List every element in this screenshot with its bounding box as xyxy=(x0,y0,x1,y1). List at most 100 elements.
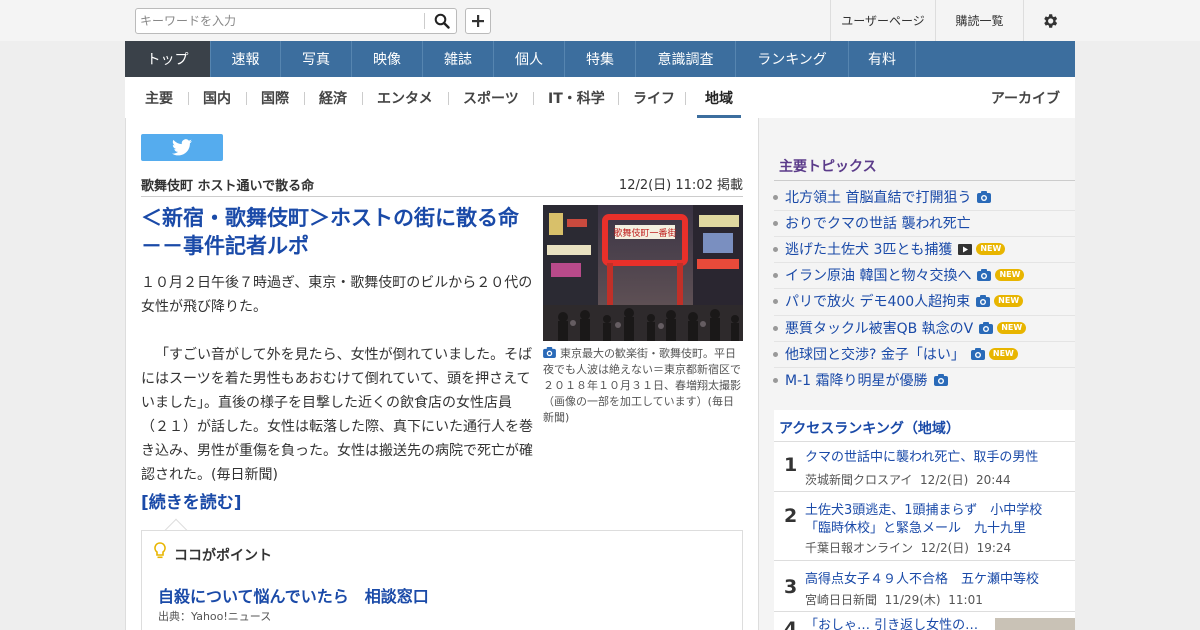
topic-text: パリで放火 デモ400人超拘束 xyxy=(785,294,971,310)
user-page-link[interactable]: ユーザーページ xyxy=(830,0,935,41)
ranking-link[interactable]: 土佐犬3頭逃走、1頭捕まらず 小中学校「臨時休校」と緊急メール 九十九里 xyxy=(805,502,1067,538)
topic-item[interactable]: 他球団と交渉? 金子「はい」 NEW xyxy=(773,344,1018,364)
topic-item[interactable]: 逃げた土佐犬 3匹とも捕獲 NEW xyxy=(773,239,1006,259)
ranking-time: 11:01 xyxy=(948,593,983,607)
camera-icon xyxy=(970,348,985,360)
ranking-meta: 茨城新聞クロスアイ 12/2(日) 20:44 xyxy=(805,471,1011,488)
point-box-source: 出典：Yahoo!ニュース xyxy=(158,610,272,623)
new-badge: NEW xyxy=(976,243,1006,255)
search-button[interactable] xyxy=(428,10,456,32)
subnav-item-it-science[interactable]: IT・科学 xyxy=(548,77,605,118)
tab-paid[interactable]: 有料 xyxy=(849,41,916,77)
topics-divider xyxy=(774,180,1075,181)
subscriptions-link[interactable]: 購読一覧 xyxy=(935,0,1023,41)
ranking-time: 20:44 xyxy=(976,473,1011,487)
subnav-item-world[interactable]: 国際 xyxy=(261,77,289,118)
ranking-link[interactable]: 高得点女子４９人不合格 五ケ瀬中等校 xyxy=(805,571,1067,589)
ranking-source: 千葉日報オンライン xyxy=(805,541,914,555)
tab-features[interactable]: 特集 xyxy=(565,41,636,77)
bullet-icon xyxy=(773,221,778,226)
subnav-divider xyxy=(618,92,619,105)
subnav-divider xyxy=(533,92,534,105)
ranking-time: 19:24 xyxy=(976,541,1012,555)
article-paragraph: 「すごい音がして外を見たら、女性が倒れていました。そばにはスーツを着た男性もあお… xyxy=(141,347,533,483)
ranking-item: 3 高得点女子４９人不合格 五ケ瀬中等校 宮崎日日新聞 11/29(木) 11:… xyxy=(774,560,1075,611)
subnav-item-local[interactable]: 地域 xyxy=(705,77,733,118)
ranking-source: 茨城新聞クロスアイ xyxy=(805,473,913,487)
article-paragraph: １０月２日午後７時過ぎ、東京・歌舞伎町のビルから２０代の女性が飛び降りた。 xyxy=(141,275,533,315)
ranking-number: 1 xyxy=(784,454,798,476)
ranking-date: 12/2(日) xyxy=(920,541,969,555)
topic-text: M-1 霜降り明星が優勝 xyxy=(785,373,928,389)
topic-item[interactable]: イラン原油 韓国と物々交換へ NEW xyxy=(773,265,1025,285)
bullet-icon xyxy=(773,247,778,252)
search-input[interactable] xyxy=(140,11,420,31)
photo-sign-text: 歌舞伎町一番街 xyxy=(613,227,676,239)
ranking-date: 12/2(日) xyxy=(920,473,969,487)
subnav-item-sports[interactable]: スポーツ xyxy=(463,77,519,118)
topic-divider xyxy=(774,262,1075,263)
camera-icon xyxy=(977,191,992,203)
ranking-number: 4 xyxy=(784,618,798,630)
topic-text: おりでクマの世話 襲われ死亡 xyxy=(785,216,971,232)
article-date: 12/2(日) 11:02 掲載 xyxy=(618,178,743,193)
archive-link[interactable]: アーカイブ xyxy=(991,77,1060,118)
article-photo[interactable]: 歌舞伎町一番街 xyxy=(543,205,743,341)
tab-breaking[interactable]: 速報 xyxy=(211,41,281,77)
tab-surveys[interactable]: 意識調査 xyxy=(636,41,736,77)
bullet-icon xyxy=(773,378,778,383)
topic-item[interactable]: おりでクマの世話 襲われ死亡 xyxy=(773,213,971,233)
tab-magazines[interactable]: 雑誌 xyxy=(423,41,494,77)
tab-top[interactable]: トップ xyxy=(125,41,211,77)
topic-divider xyxy=(774,315,1075,316)
subnav-divider xyxy=(246,92,247,105)
point-box-title: ココがポイント xyxy=(174,548,272,564)
ranking-link[interactable]: クマの世話中に襲われ死亡、取手の男性 xyxy=(805,449,1067,467)
kabukicho-street-photo: 歌舞伎町一番街 xyxy=(543,205,743,341)
photo-caption: 東京最大の歓楽街・歌舞伎町。平日夜でも人波は絶えない＝東京都新宿区で２０１８年１… xyxy=(543,346,743,426)
add-button[interactable] xyxy=(465,8,491,34)
subnav-item-economy[interactable]: 経済 xyxy=(319,77,347,118)
subnav-item-life[interactable]: ライフ xyxy=(633,77,675,118)
subnav-divider xyxy=(188,92,189,105)
topic-item[interactable]: 悪質タックル被害QB 執念のV NEW xyxy=(773,318,1027,338)
ranking-meta: 宮崎日日新聞 11/29(木) 11:01 xyxy=(805,591,983,608)
ranking-date: 11/29(木) xyxy=(884,593,941,607)
subnav-item-main[interactable]: 主要 xyxy=(145,77,173,118)
topic-item[interactable]: パリで放火 デモ400人超拘束 NEW xyxy=(773,291,1024,311)
topic-divider xyxy=(774,288,1075,289)
plus-icon xyxy=(472,15,484,27)
ranking-meta: 千葉日報オンライン 12/2(日) 19:24 xyxy=(805,539,1011,556)
topic-divider xyxy=(774,236,1075,237)
topic-item[interactable]: 北方領土 首脳直結で打開狙う xyxy=(773,187,992,207)
tab-photos[interactable]: 写真 xyxy=(281,41,352,77)
ranking-item: 2 土佐犬3頭逃走、1頭捕まらず 小中学校「臨時休校」と緊急メール 九十九里 千… xyxy=(774,491,1075,560)
camera-icon xyxy=(933,374,948,386)
ranking-number: 3 xyxy=(784,576,798,598)
topic-text: 北方領土 首脳直結で打開狙う xyxy=(785,190,972,206)
ranking-link[interactable]: 「おしゃ… 引き返し女性の… xyxy=(805,617,985,630)
subnav-item-entertainment[interactable]: エンタメ xyxy=(377,77,433,118)
ranking-source: 宮崎日日新聞 xyxy=(805,593,878,607)
tweet-button[interactable] xyxy=(141,134,223,161)
topics-title: 主要トピックス xyxy=(779,159,877,175)
new-badge: NEW xyxy=(997,322,1027,334)
subnav-divider xyxy=(685,92,686,105)
topic-divider xyxy=(774,341,1075,342)
topic-text: イラン原油 韓国と物々交換へ xyxy=(785,268,972,284)
article-title[interactable]: ＜新宿・歌舞伎町＞ホストの街に散る命－－事件記者ルポ xyxy=(141,204,531,260)
read-more-link[interactable]: [続きを読む] xyxy=(141,488,242,513)
tab-individuals[interactable]: 個人 xyxy=(494,41,565,77)
tab-ranking[interactable]: ランキング xyxy=(736,41,849,77)
tab-videos[interactable]: 映像 xyxy=(352,41,423,77)
topic-text: 悪質タックル被害QB 執念のV xyxy=(785,321,974,337)
settings-button[interactable] xyxy=(1023,0,1075,41)
bullet-icon xyxy=(773,273,778,278)
camera-icon xyxy=(977,269,992,281)
point-box-link[interactable]: 自殺について悩んでいたら 相談窓口 xyxy=(158,583,429,607)
subnav-item-domestic[interactable]: 国内 xyxy=(203,77,231,118)
ranking-thumbnail[interactable] xyxy=(995,618,1075,630)
lightbulb-icon xyxy=(154,542,166,559)
topic-item[interactable]: M-1 霜降り明星が優勝 xyxy=(773,370,948,390)
